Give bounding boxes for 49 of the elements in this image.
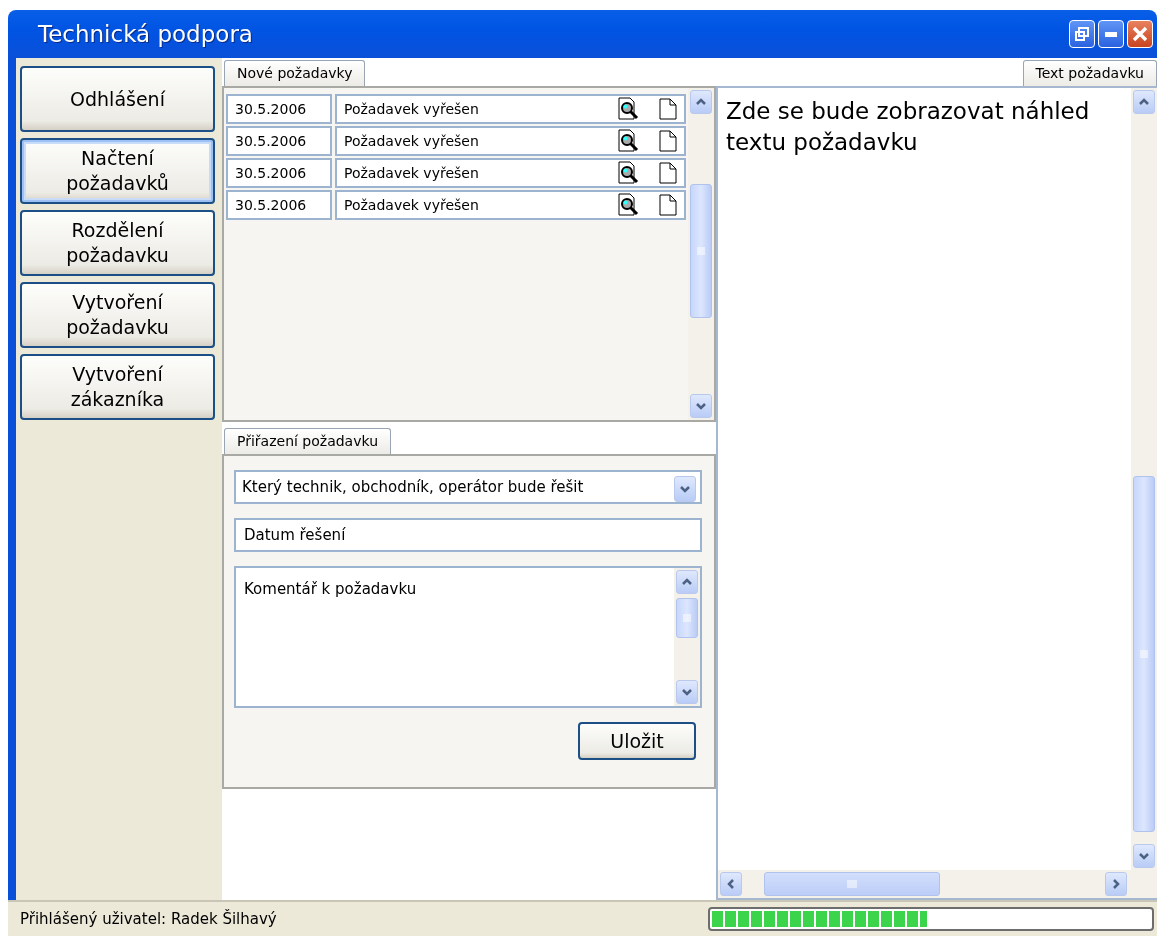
window-title: Technická podpora: [38, 19, 254, 49]
scroll-down-button[interactable]: [1133, 844, 1155, 868]
assignee-dropdown[interactable]: Který technik, obchodník, operátor bude řešit: [234, 470, 702, 504]
scroll-left-button[interactable]: [720, 872, 742, 896]
document-icon[interactable]: [659, 98, 677, 120]
tab[interactable]: Přiřazení požadavku: [224, 428, 392, 454]
status-text: Požadavek vyřešen: [344, 131, 479, 151]
status-text: Požadavek vyřešen: [344, 99, 479, 119]
horizontal-scrollbar[interactable]: [718, 870, 1157, 898]
minimize-button[interactable]: [1098, 20, 1124, 48]
date-cell: 30.5.2006: [226, 94, 332, 124]
vertical-scrollbar[interactable]: [1131, 88, 1157, 870]
vertical-scrollbar[interactable]: [674, 568, 700, 706]
document-icon[interactable]: [659, 162, 677, 184]
sidebar-button[interactable]: Vytvoření zákazníka: [20, 354, 215, 420]
close-icon: [1132, 26, 1148, 42]
scrollbar-thumb[interactable]: [1133, 476, 1155, 832]
scrollbar-thumb[interactable]: [676, 598, 698, 638]
restore-button[interactable]: [1069, 20, 1095, 48]
date-cell: 30.5.2006: [226, 190, 332, 220]
scroll-right-button[interactable]: [1105, 872, 1127, 896]
sidebar-button[interactable]: Odhlášení: [20, 66, 215, 132]
date-cell: 30.5.2006: [226, 126, 332, 156]
dropdown-button[interactable]: [674, 476, 696, 502]
status-text: Požadavek vyřešen: [344, 163, 479, 183]
date-field[interactable]: Datum řešení: [234, 518, 702, 552]
logged-user-text: Přihlášený uživatel: Radek Šilhavý: [20, 908, 278, 930]
close-button[interactable]: [1127, 20, 1153, 48]
sidebar-button[interactable]: Vytvoření požadavku: [20, 282, 215, 348]
document-icon[interactable]: [659, 194, 677, 216]
scroll-down-button[interactable]: [676, 680, 698, 704]
scroll-up-button[interactable]: [690, 90, 712, 114]
vertical-scrollbar[interactable]: [688, 88, 714, 420]
scroll-down-button[interactable]: [690, 394, 712, 418]
scroll-up-button[interactable]: [676, 570, 698, 594]
tab[interactable]: Text požadavku: [1022, 60, 1157, 86]
date-cell: 30.5.2006: [226, 158, 332, 188]
sidebar-button[interactable]: Rozdělení požadavku: [20, 210, 215, 276]
restore-icon: [1075, 27, 1089, 41]
minimize-icon: [1105, 31, 1117, 37]
preview-text: Zde se bude zobrazovat náhled textu požadavku: [725, 97, 1091, 157]
sidebar-button[interactable]: Načtení požadavků: [20, 138, 215, 204]
scrollbar-thumb[interactable]: [690, 184, 712, 318]
save-button[interactable]: Uložit: [578, 722, 696, 760]
status-text: Požadavek vyřešen: [344, 195, 479, 215]
tab[interactable]: Nové požadavky: [224, 60, 366, 86]
document-icon[interactable]: [659, 130, 677, 152]
scroll-up-button[interactable]: [1133, 90, 1155, 114]
scrollbar-thumb[interactable]: [764, 872, 940, 896]
